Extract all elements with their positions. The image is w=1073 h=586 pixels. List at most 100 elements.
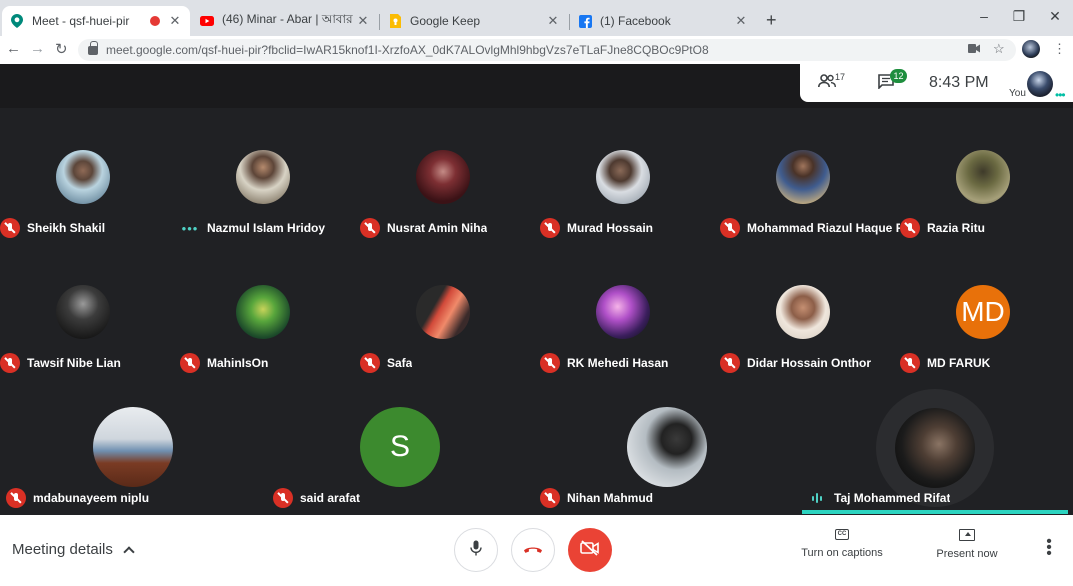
participant-name-row: Didar Hossain Onthor: [720, 353, 900, 373]
youtube-icon: [200, 14, 214, 28]
participant-avatar: [596, 285, 650, 339]
microphone-button[interactable]: [454, 528, 498, 572]
self-audio-dots-icon: •••: [1055, 88, 1066, 102]
participant-avatar: [776, 150, 830, 204]
tab-title: (1) Facebook: [600, 14, 671, 28]
meeting-clock: 8:43 PM: [929, 74, 989, 91]
self-label: You: [1009, 88, 1026, 99]
facebook-icon: [578, 14, 592, 28]
minimize-window-button[interactable]: –: [974, 8, 994, 24]
participant-name: Nazmul Islam Hridoy: [207, 221, 326, 235]
participant-name: Didar Hossain Onthor: [747, 356, 872, 370]
participant-avatar: [236, 150, 290, 204]
participant-name-row: Safa: [360, 353, 540, 373]
chevron-up-icon: [123, 545, 135, 558]
meet-icon: [10, 14, 24, 28]
mic-off-icon: [360, 353, 380, 373]
participant-name: Taj Mohammed Rifat: [834, 491, 951, 505]
more-options-icon[interactable]: • • •: [1044, 534, 1054, 562]
profile-avatar[interactable]: [1022, 40, 1040, 58]
participant-name-row: said arafat: [273, 488, 533, 508]
browser-menu-icon[interactable]: ⋮: [1053, 41, 1066, 57]
present-now-button[interactable]: Present now: [928, 529, 1006, 560]
recording-indicator-icon: [150, 16, 160, 26]
participant-name-row: MD FARUK: [900, 353, 1073, 373]
participant-name-row: RK Mehedi Hasan: [540, 353, 720, 373]
participant-name: Razia Ritu: [927, 221, 986, 235]
participant-name-row: Mohammad Riazul Haque R...: [720, 218, 900, 238]
participant-avatar: [596, 150, 650, 204]
tab-title: (46) Minar - Abar | আবার | New M: [222, 12, 356, 26]
participant-avatar: [895, 408, 975, 488]
camera-off-button[interactable]: [568, 528, 612, 572]
mic-off-icon: [540, 488, 560, 508]
mic-off-icon: [540, 353, 560, 373]
participant-name: said arafat: [300, 491, 361, 505]
tab-youtube[interactable]: (46) Minar - Abar | আবার | New M ✕: [192, 6, 378, 36]
tab-title: Meet - qsf-huei-pir: [32, 14, 130, 28]
participant-avatar: [236, 285, 290, 339]
keep-icon: [388, 14, 402, 28]
mic-off-icon: [6, 488, 26, 508]
captions-button[interactable]: CC Turn on captions: [796, 529, 888, 559]
present-label: Present now: [936, 548, 998, 560]
meeting-details-button[interactable]: Meeting details: [12, 541, 135, 558]
maximize-window-button[interactable]: ❐: [1009, 8, 1029, 25]
mic-off-icon: [273, 488, 293, 508]
participant-name: Nihan Mahmud: [567, 491, 653, 505]
participant-name: RK Mehedi Hasan: [567, 356, 669, 370]
close-tab-icon[interactable]: ✕: [546, 13, 560, 29]
participant-name: MahinIsOn: [207, 356, 269, 370]
forward-icon[interactable]: →: [30, 40, 45, 57]
participant-name-row: Razia Ritu: [900, 218, 1073, 238]
url-text: meet.google.com/qsf-huei-pir?fbclid=IwAR…: [106, 43, 709, 57]
call-controls-bar: Meeting details CC Turn on captions Pres…: [0, 515, 1073, 586]
address-bar[interactable]: meet.google.com/qsf-huei-pir?fbclid=IwAR…: [78, 39, 1016, 61]
close-tab-icon[interactable]: ✕: [168, 13, 182, 29]
tab-meet[interactable]: Meet - qsf-huei-pir ✕: [2, 6, 190, 36]
back-icon[interactable]: ←: [6, 40, 21, 57]
participant-initials-avatar: MD: [956, 285, 1010, 339]
new-tab-button[interactable]: +: [766, 10, 777, 31]
camera-in-use-icon[interactable]: [968, 41, 980, 56]
mic-off-icon: [720, 353, 740, 373]
captions-label: Turn on captions: [801, 547, 883, 559]
more-dots-icon: •••: [181, 220, 199, 236]
mic-off-icon: [0, 353, 20, 373]
tab-title: Google Keep: [410, 14, 481, 28]
mic-off-icon: [0, 218, 20, 238]
tab-keep[interactable]: Google Keep ✕: [380, 6, 568, 36]
reload-icon[interactable]: ↻: [55, 40, 68, 58]
participant-name-row: MahinIsOn: [180, 353, 360, 373]
mic-off-icon: [360, 218, 380, 238]
hang-up-button[interactable]: [511, 528, 555, 572]
participant-avatar: [627, 407, 707, 487]
mic-off-icon: [900, 218, 920, 238]
participant-avatar: [416, 285, 470, 339]
self-avatar[interactable]: [1027, 71, 1053, 97]
participant-name-row: Nusrat Amin Niha: [360, 218, 540, 238]
close-window-button[interactable]: ✕: [1045, 8, 1065, 25]
mic-off-icon: [180, 353, 200, 373]
present-screen-icon: [959, 529, 975, 541]
camera-off-icon: [580, 539, 600, 561]
participant-name: Tawsif Nibe Lian: [27, 356, 121, 370]
active-speaker-bar: [802, 510, 1068, 514]
participant-name-row: ••• Nazmul Islam Hridoy: [180, 218, 360, 238]
close-tab-icon[interactable]: ✕: [734, 13, 748, 29]
meet-status-panel: 17 12 8:43 PM You •••: [800, 64, 1073, 102]
close-tab-icon[interactable]: ✕: [356, 13, 370, 29]
hang-up-icon: [523, 541, 543, 559]
microphone-icon: [470, 540, 482, 561]
browser-toolbar: ← → ↻ meet.google.com/qsf-huei-pir?fbcli…: [0, 36, 1073, 64]
captions-icon: CC: [835, 529, 849, 540]
participant-name: mdabunayeem niplu: [33, 491, 150, 505]
tab-facebook[interactable]: (1) Facebook ✕: [570, 6, 756, 36]
mic-off-icon: [900, 353, 920, 373]
lock-icon: [88, 40, 98, 55]
participant-avatar: [776, 285, 830, 339]
participant-name: Murad Hossain: [567, 221, 654, 235]
bookmark-star-icon[interactable]: ☆: [993, 41, 1005, 57]
mic-off-icon: [540, 218, 560, 238]
people-icon[interactable]: [818, 74, 836, 93]
